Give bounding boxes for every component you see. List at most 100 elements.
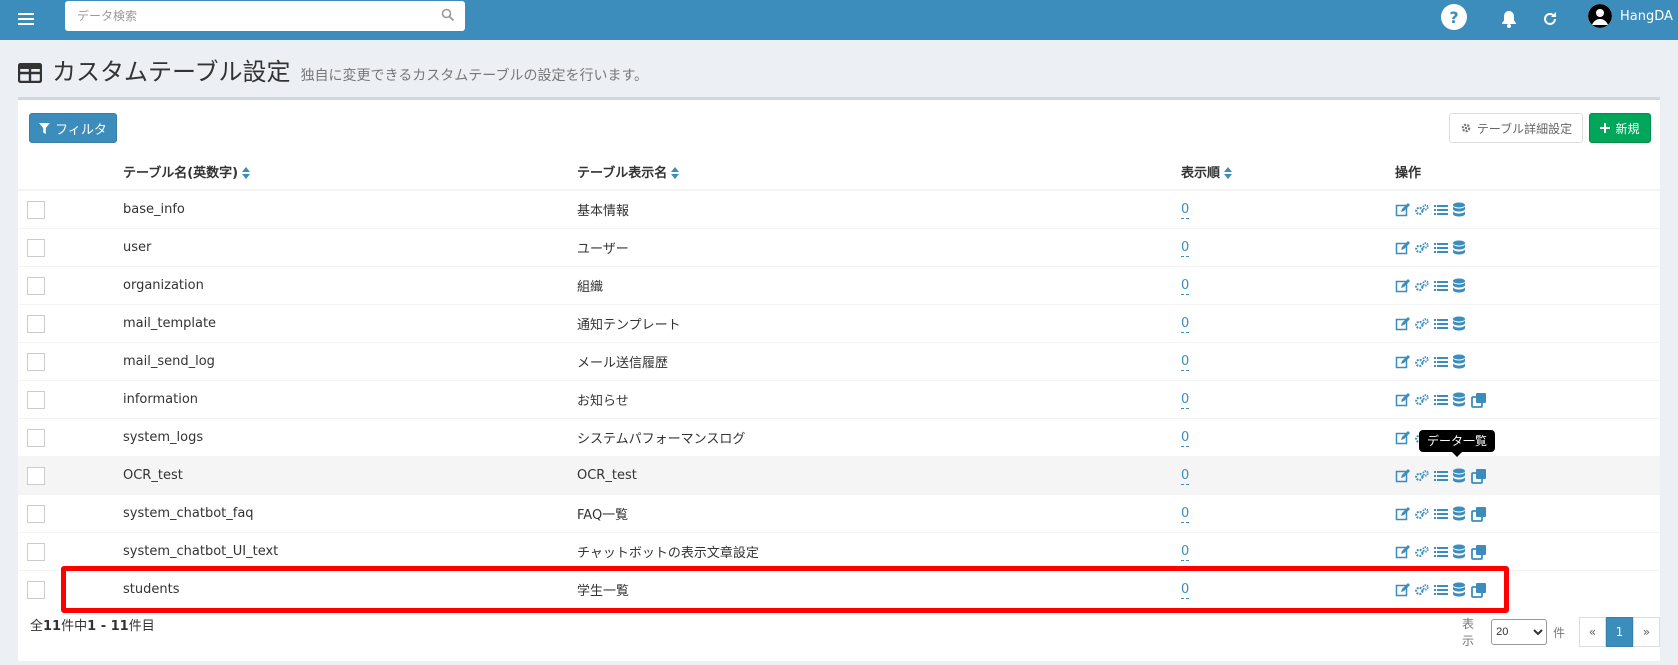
- menu-toggle-icon[interactable]: [18, 10, 34, 30]
- row-checkbox[interactable]: [27, 238, 45, 257]
- edit-icon[interactable]: [1395, 354, 1411, 370]
- list-icon[interactable]: [1433, 544, 1449, 560]
- search-input[interactable]: [75, 1, 439, 31]
- column-header-display[interactable]: テーブル表示名: [577, 153, 1181, 191]
- order-value[interactable]: 0: [1181, 278, 1190, 295]
- row-checkbox[interactable]: [27, 276, 45, 295]
- edit-icon[interactable]: [1395, 582, 1411, 598]
- settings-icon[interactable]: [1414, 468, 1430, 484]
- database-icon[interactable]: [1452, 544, 1468, 560]
- row-checkbox[interactable]: [27, 314, 45, 333]
- copy-icon[interactable]: [1471, 506, 1487, 522]
- list-icon[interactable]: [1433, 468, 1449, 484]
- next-page-button[interactable]: »: [1632, 617, 1660, 647]
- order-value[interactable]: 0: [1181, 316, 1190, 333]
- list-icon[interactable]: [1433, 506, 1449, 522]
- page-button[interactable]: 1: [1605, 617, 1633, 647]
- row-checkbox[interactable]: [27, 390, 45, 409]
- database-icon[interactable]: [1452, 240, 1468, 256]
- row-checkbox[interactable]: [27, 466, 45, 485]
- table-row[interactable]: mail_send_log メール送信履歴 0: [18, 342, 1660, 381]
- edit-icon[interactable]: [1395, 468, 1411, 484]
- order-value[interactable]: 0: [1181, 202, 1190, 219]
- row-checkbox[interactable]: [27, 200, 45, 219]
- edit-icon[interactable]: [1395, 240, 1411, 256]
- settings-icon[interactable]: [1414, 506, 1430, 522]
- row-checkbox[interactable]: [27, 580, 45, 599]
- settings-icon[interactable]: [1414, 544, 1430, 560]
- database-icon[interactable]: [1452, 582, 1468, 598]
- search-icon[interactable]: [441, 8, 455, 22]
- new-button[interactable]: 新規: [1589, 113, 1651, 143]
- bell-icon[interactable]: [1496, 5, 1522, 33]
- order-value[interactable]: 0: [1181, 582, 1190, 599]
- per-page-select[interactable]: 20: [1491, 619, 1547, 645]
- database-icon[interactable]: [1452, 316, 1468, 332]
- table-row[interactable]: base_info 基本情報 0: [18, 189, 1660, 229]
- filter-button[interactable]: フィルタ: [29, 113, 117, 143]
- row-checkbox[interactable]: [27, 504, 45, 523]
- table-detail-settings-button[interactable]: テーブル詳細設定: [1449, 113, 1583, 143]
- refresh-icon[interactable]: [1537, 5, 1563, 33]
- order-value[interactable]: 0: [1181, 430, 1190, 447]
- order-value[interactable]: 0: [1181, 544, 1190, 561]
- table-row[interactable]: OCR_test OCR_test 0: [18, 456, 1660, 495]
- table-row[interactable]: students 学生一覧 0: [18, 570, 1660, 608]
- settings-icon[interactable]: [1414, 202, 1430, 218]
- copy-icon[interactable]: [1471, 468, 1487, 484]
- edit-icon[interactable]: [1395, 278, 1411, 294]
- column-header-order[interactable]: 表示順: [1181, 153, 1395, 191]
- table-row[interactable]: system_chatbot_UI_text チャットボットの表示文章設定 0: [18, 532, 1660, 571]
- row-checkbox[interactable]: [27, 542, 45, 561]
- order-value[interactable]: 0: [1181, 468, 1190, 485]
- database-icon[interactable]: [1452, 354, 1468, 370]
- database-icon[interactable]: [1452, 506, 1468, 522]
- database-icon[interactable]: [1452, 468, 1468, 484]
- sort-icon[interactable]: [242, 167, 251, 179]
- edit-icon[interactable]: [1395, 202, 1411, 218]
- table-row[interactable]: user ユーザー 0: [18, 228, 1660, 267]
- table-row[interactable]: system_chatbot_faq FAQ一覧 0: [18, 494, 1660, 533]
- edit-icon[interactable]: [1395, 544, 1411, 560]
- database-icon[interactable]: [1452, 278, 1468, 294]
- sort-icon[interactable]: [1224, 167, 1233, 179]
- row-checkbox[interactable]: [27, 352, 45, 371]
- settings-icon[interactable]: [1414, 354, 1430, 370]
- edit-icon[interactable]: [1395, 430, 1411, 446]
- database-icon[interactable]: [1452, 202, 1468, 218]
- settings-icon[interactable]: [1414, 316, 1430, 332]
- order-value[interactable]: 0: [1181, 392, 1190, 409]
- order-value[interactable]: 0: [1181, 506, 1190, 523]
- order-value[interactable]: 0: [1181, 354, 1190, 371]
- edit-icon[interactable]: [1395, 392, 1411, 408]
- help-icon[interactable]: ?: [1441, 4, 1467, 30]
- table-row[interactable]: organization 組織 0: [18, 266, 1660, 305]
- list-icon[interactable]: [1433, 240, 1449, 256]
- sort-icon[interactable]: [671, 167, 680, 179]
- table-row[interactable]: system_logs システムパフォーマンスログ 0: [18, 418, 1660, 457]
- database-icon[interactable]: [1452, 392, 1468, 408]
- prev-page-button[interactable]: «: [1578, 617, 1606, 647]
- settings-icon[interactable]: [1414, 582, 1430, 598]
- edit-icon[interactable]: [1395, 316, 1411, 332]
- copy-icon[interactable]: [1471, 582, 1487, 598]
- list-icon[interactable]: [1433, 278, 1449, 294]
- list-icon[interactable]: [1433, 354, 1449, 370]
- table-name-cell: system_chatbot_UI_text: [123, 532, 577, 571]
- row-checkbox[interactable]: [27, 428, 45, 447]
- column-header-name[interactable]: テーブル名(英数字): [123, 153, 577, 191]
- settings-icon[interactable]: [1414, 392, 1430, 408]
- settings-icon[interactable]: [1414, 278, 1430, 294]
- settings-icon[interactable]: [1414, 240, 1430, 256]
- copy-icon[interactable]: [1471, 544, 1487, 560]
- user-menu[interactable]: HangDA: [1588, 4, 1673, 28]
- list-icon[interactable]: [1433, 202, 1449, 218]
- table-row[interactable]: information お知らせ 0: [18, 380, 1660, 419]
- list-icon[interactable]: [1433, 582, 1449, 598]
- list-icon[interactable]: [1433, 316, 1449, 332]
- edit-icon[interactable]: [1395, 506, 1411, 522]
- order-value[interactable]: 0: [1181, 240, 1190, 257]
- table-row[interactable]: mail_template 通知テンプレート 0: [18, 304, 1660, 343]
- copy-icon[interactable]: [1471, 392, 1487, 408]
- list-icon[interactable]: [1433, 392, 1449, 408]
